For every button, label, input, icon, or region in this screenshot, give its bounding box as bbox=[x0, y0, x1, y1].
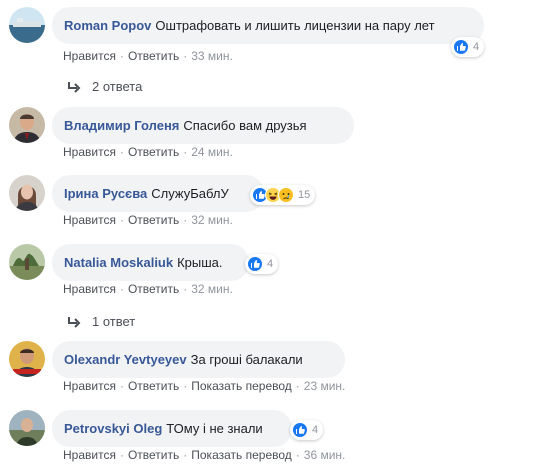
comment-bubble: Владимир Голеня Спасибо вам друзья bbox=[52, 107, 354, 144]
comment-text: ТОму і не знали bbox=[166, 421, 263, 436]
comment-text: СлужуБаблУ bbox=[151, 186, 229, 201]
separator: · bbox=[119, 213, 124, 227]
reactions-count: 4 bbox=[312, 424, 319, 436]
reactions-badge[interactable]: 4 bbox=[245, 254, 279, 274]
comment-bubble: Ірина Русєва СлужуБаблУ bbox=[52, 175, 264, 212]
comment-actions: Нравится · Ответить · 24 мин. bbox=[63, 145, 233, 159]
like-link[interactable]: Нравится bbox=[63, 49, 116, 63]
avatar[interactable] bbox=[9, 410, 45, 446]
avatar[interactable] bbox=[9, 341, 45, 377]
avatar[interactable] bbox=[9, 175, 45, 211]
like-link[interactable]: Нравится bbox=[63, 145, 116, 159]
reactions-badge[interactable]: 15 bbox=[250, 185, 316, 205]
separator: · bbox=[119, 282, 124, 296]
replies-count: 2 ответа bbox=[92, 79, 143, 94]
reply-link[interactable]: Ответить bbox=[128, 448, 179, 462]
comment-author[interactable]: Владимир Голеня bbox=[64, 118, 179, 133]
like-link[interactable]: Нравится bbox=[63, 213, 116, 227]
reply-arrow-icon bbox=[68, 316, 81, 328]
reply-link[interactable]: Ответить bbox=[128, 282, 179, 296]
separator: · bbox=[295, 448, 300, 462]
reply-link[interactable]: Ответить bbox=[128, 145, 179, 159]
show-translation-link[interactable]: Показать перевод bbox=[191, 448, 292, 462]
comment-actions: Нравится · Ответить · 33 мин. bbox=[63, 49, 233, 63]
replies-count: 1 ответ bbox=[92, 314, 136, 329]
comment-text: Крыша. bbox=[177, 255, 223, 270]
separator: · bbox=[119, 379, 124, 393]
comment-text: Спасибо вам друзья bbox=[183, 118, 307, 133]
separator: · bbox=[119, 49, 124, 63]
comment-time[interactable]: 23 мин. bbox=[304, 379, 346, 393]
reply-link[interactable]: Ответить bbox=[128, 213, 179, 227]
reactions-count: 4 bbox=[267, 258, 274, 270]
comment-actions: Нравится · Ответить · 32 мин. bbox=[63, 213, 233, 227]
reactions-count: 15 bbox=[298, 189, 311, 201]
separator: · bbox=[183, 379, 188, 393]
comment-bubble: Natalia Moskaliuk Крыша. bbox=[52, 244, 249, 281]
reply-link[interactable]: Ответить bbox=[128, 379, 179, 393]
comment-actions: Нравится · Ответить · 32 мин. bbox=[63, 282, 233, 296]
comment-time[interactable]: 32 мин. bbox=[191, 213, 233, 227]
comment-bubble: Petrovskyi Oleg ТОму і не знали bbox=[52, 410, 292, 447]
comment-time[interactable]: 36 мин. bbox=[304, 448, 346, 462]
avatar[interactable] bbox=[9, 107, 45, 143]
reply-arrow-icon bbox=[68, 81, 81, 93]
avatar[interactable] bbox=[9, 7, 45, 43]
comment-bubble: Olexandr Yevtyeyev За гроші балакали bbox=[52, 341, 345, 378]
like-icon bbox=[453, 39, 469, 55]
comment-author[interactable]: Olexandr Yevtyeyev bbox=[64, 352, 187, 367]
separator: · bbox=[183, 448, 188, 462]
comment-time[interactable]: 33 мин. bbox=[191, 49, 233, 63]
comment-actions: Нравится · Ответить · Показать перевод · 23 ми… bbox=[63, 379, 345, 393]
comment-time[interactable]: 24 мин. bbox=[191, 145, 233, 159]
reactions-badge[interactable]: 4 bbox=[451, 37, 485, 57]
comment-author[interactable]: Ірина Русєва bbox=[64, 186, 147, 201]
like-icon bbox=[247, 256, 263, 272]
avatar[interactable] bbox=[9, 244, 45, 280]
separator: · bbox=[183, 49, 188, 63]
separator: · bbox=[295, 379, 300, 393]
show-translation-link[interactable]: Показать перевод bbox=[191, 379, 292, 393]
comment-time[interactable]: 32 мин. bbox=[191, 282, 233, 296]
separator: · bbox=[183, 213, 188, 227]
comment-author[interactable]: Petrovskyi Oleg bbox=[64, 421, 162, 436]
comment-author[interactable]: Natalia Moskaliuk bbox=[64, 255, 173, 270]
comment-author[interactable]: Roman Popov bbox=[64, 18, 151, 33]
like-link[interactable]: Нравится bbox=[63, 448, 116, 462]
comment-text: Оштрафовать и лишить лицензии на пару ле… bbox=[155, 18, 435, 33]
comment-actions: Нравится · Ответить · Показать перевод · 36 ми… bbox=[63, 448, 345, 462]
sad-icon bbox=[278, 187, 294, 203]
like-link[interactable]: Нравится bbox=[63, 379, 116, 393]
reactions-badge[interactable]: 4 bbox=[290, 420, 324, 440]
comment-text: За гроші балакали bbox=[190, 352, 303, 367]
separator: · bbox=[119, 448, 124, 462]
view-replies-link[interactable]: 2 ответа bbox=[67, 79, 142, 94]
like-link[interactable]: Нравится bbox=[63, 282, 116, 296]
like-icon bbox=[292, 422, 308, 438]
separator: · bbox=[119, 145, 124, 159]
reactions-count: 4 bbox=[473, 41, 480, 53]
reply-link[interactable]: Ответить bbox=[128, 49, 179, 63]
separator: · bbox=[183, 145, 188, 159]
separator: · bbox=[183, 282, 188, 296]
comment-bubble: Roman Popov Оштрафовать и лишить лицензи… bbox=[52, 7, 484, 44]
view-replies-link[interactable]: 1 ответ bbox=[67, 314, 135, 329]
